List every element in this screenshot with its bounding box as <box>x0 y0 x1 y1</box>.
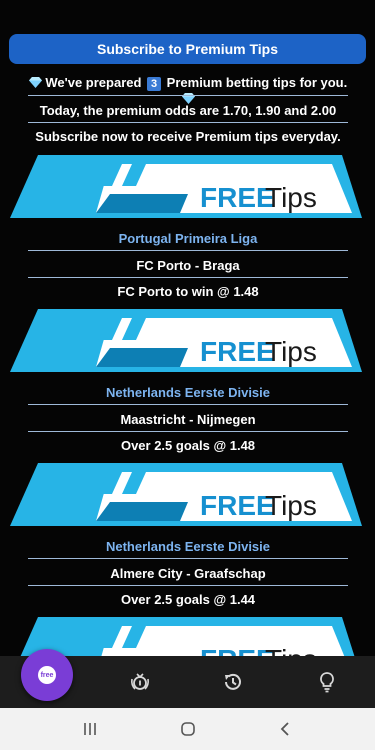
diamond-icon <box>28 77 42 88</box>
tip-match: Almere City - Graafschap <box>110 566 266 581</box>
nav-history-button[interactable] <box>203 656 263 708</box>
home-button[interactable] <box>174 717 202 741</box>
free-badge-icon: free <box>38 666 56 684</box>
lightbulb-icon <box>320 672 334 693</box>
tip-match: Maastricht - Nijmegen <box>120 412 256 427</box>
banner-tips-text: Tips <box>265 182 317 213</box>
free-tips-fab[interactable]: free <box>21 649 73 701</box>
divider <box>28 122 348 123</box>
history-icon <box>225 673 241 690</box>
free-tips-banner: FREE Tips <box>20 617 355 656</box>
recents-button[interactable] <box>76 717 104 741</box>
tip-pick: FC Porto to win @ 1.48 <box>117 284 259 299</box>
tip-match: FC Porto - Braga <box>136 258 240 273</box>
nav-ideas-button[interactable] <box>297 656 357 708</box>
divider <box>28 95 348 96</box>
tip-pick: Over 2.5 goals @ 1.48 <box>120 438 256 453</box>
free-tips-banner: FREE Tips <box>10 155 362 218</box>
divider <box>28 558 348 559</box>
banner-free-text: FREE <box>200 336 275 367</box>
divider <box>28 585 348 586</box>
tips-feed[interactable]: Subscribe to Premium Tips We've prepared… <box>0 0 375 656</box>
tip-league: Netherlands Eerste Divisie <box>105 385 271 400</box>
home-icon <box>181 722 195 736</box>
divider <box>28 277 348 278</box>
intro-line: We've prepared 3 Premium betting tips fo… <box>28 75 348 106</box>
free-tips-banner: FREE Tips <box>10 309 362 372</box>
back-button[interactable] <box>272 717 300 741</box>
free-tips-banner: FREE Tips <box>10 463 362 526</box>
divider <box>28 250 348 251</box>
banner-free-text: FREE <box>200 182 275 213</box>
divider <box>28 404 348 405</box>
divider <box>28 431 348 432</box>
tip-league: Netherlands Eerste Divisie <box>105 539 271 554</box>
banner-tips-text: Tips <box>265 336 317 367</box>
premium-medal-icon <box>131 673 149 690</box>
recents-icon <box>84 723 96 735</box>
keycap-three-icon: 3 <box>147 77 162 91</box>
subscribe-button[interactable]: Subscribe to Premium Tips <box>9 34 366 64</box>
odds-line: Today, the premium odds are 1.70, 1.90 a… <box>39 103 337 118</box>
system-navigation-bar <box>0 708 375 750</box>
back-icon <box>280 722 289 736</box>
banner-tips-text: Tips <box>265 644 317 656</box>
banner-free-text: FREE <box>200 644 275 656</box>
subscribe-line: Subscribe now to receive Premium tips ev… <box>35 129 341 144</box>
banner-tips-text: Tips <box>265 490 317 521</box>
tip-league: Portugal Primeira Liga <box>118 231 258 246</box>
tip-pick: Over 2.5 goals @ 1.44 <box>120 592 256 607</box>
banner-free-text: FREE <box>200 490 275 521</box>
nav-premium-button[interactable] <box>110 656 170 708</box>
